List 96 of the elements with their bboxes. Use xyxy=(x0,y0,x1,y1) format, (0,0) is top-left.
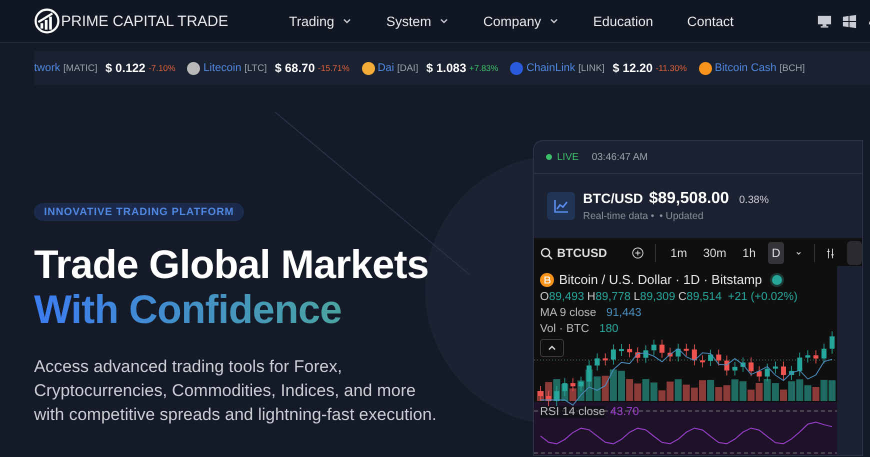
candle xyxy=(594,352,600,371)
candle xyxy=(822,343,826,364)
status-dot-icon xyxy=(772,274,782,284)
price-change: +7.83% xyxy=(469,63,498,73)
coin-price: $ 68.70 xyxy=(274,61,315,75)
description: Access advanced trading tools for Forex, Cryptocurrencies, Commodities, Indices, and more with competitive spreads and lightning-fast execution. xyxy=(34,356,438,426)
candle xyxy=(562,378,568,397)
live-dot-icon xyxy=(546,154,552,160)
time-label: 03:46:47 AM xyxy=(592,152,648,162)
volume-value: 180 xyxy=(599,323,618,335)
candle xyxy=(716,349,722,366)
coin-price: $ 1.083 xyxy=(426,61,466,75)
coin-name[interactable]: Litecoin xyxy=(203,62,242,74)
chevron-down-icon xyxy=(439,16,450,26)
rsi-label: RSI 14 close xyxy=(540,406,606,418)
nav-link[interactable]: Company xyxy=(483,14,560,28)
interval-tab[interactable]: D xyxy=(768,242,784,264)
candle xyxy=(756,366,762,382)
candle xyxy=(764,363,770,382)
candle xyxy=(684,343,689,356)
headline: Trade Global Markets xyxy=(34,243,429,288)
update-note: • Updated xyxy=(659,211,704,222)
price-change: -7.10% xyxy=(148,63,176,73)
candle xyxy=(554,386,560,406)
candle xyxy=(813,350,818,364)
coin-symbol: [LINK] xyxy=(578,62,605,74)
ma-value: 91,443 xyxy=(606,307,642,319)
candle xyxy=(546,390,552,406)
candle xyxy=(538,386,543,402)
candle xyxy=(748,357,754,377)
interval-tab[interactable]: 30m xyxy=(699,242,730,264)
coin-symbol: [MATIC] xyxy=(63,62,98,74)
coin-price: $ 12.20 xyxy=(612,61,653,75)
desktop-icon[interactable] xyxy=(817,14,832,28)
coin-name[interactable]: ChainLink xyxy=(526,62,576,74)
price-change: -15.71% xyxy=(318,63,350,73)
chart-title: Bitcoin / U.S. Dollar · 1D · Bitstamp xyxy=(559,272,762,287)
symbol-search[interactable]: BTCUSD xyxy=(540,246,607,260)
coin-price: $ 0.122 xyxy=(105,61,146,75)
candle xyxy=(732,362,738,376)
candle xyxy=(627,344,632,358)
candle xyxy=(651,339,656,356)
candle xyxy=(740,357,746,372)
nav-link[interactable]: Trading xyxy=(289,14,352,28)
data-note: Real-time data • xyxy=(583,211,654,222)
coin-name[interactable]: twork xyxy=(34,62,60,74)
nav-link[interactable]: Education xyxy=(593,14,654,28)
candle xyxy=(676,343,681,362)
candle xyxy=(708,349,714,366)
candle xyxy=(772,361,778,374)
candle xyxy=(570,378,576,392)
candle xyxy=(700,354,705,368)
logo-text[interactable]: PRIME CAPITAL TRADE xyxy=(61,12,228,30)
tagline-badge: INNOVATIVE TRADING PLATFORM xyxy=(34,203,244,221)
candle xyxy=(805,350,810,363)
candle xyxy=(610,344,616,365)
candle xyxy=(660,339,664,358)
candle xyxy=(692,344,697,366)
interval-tab[interactable]: 1h xyxy=(738,242,760,264)
nav-link[interactable]: Contact xyxy=(687,14,734,28)
indicator-icon[interactable] xyxy=(825,246,836,260)
windows-icon[interactable] xyxy=(842,14,857,28)
nav-link[interactable]: System xyxy=(386,14,450,28)
coin-name[interactable]: Bitcoin Cash xyxy=(714,62,777,74)
rsi-value: 43.70 xyxy=(610,406,639,418)
coin-symbol: [DAI] xyxy=(397,62,418,74)
candle xyxy=(602,352,608,366)
live-status: LIVE xyxy=(557,152,579,162)
coin-name[interactable]: Dai xyxy=(378,62,394,74)
candle xyxy=(586,360,592,388)
coin-symbol: [LTC] xyxy=(244,62,267,74)
candle xyxy=(578,376,584,392)
coin-symbol: [BCH] xyxy=(780,62,805,74)
candle xyxy=(643,344,648,364)
bitcoin-icon xyxy=(540,272,554,286)
candle xyxy=(619,344,624,356)
price-change: -11.30% xyxy=(656,63,687,73)
search-icon xyxy=(540,246,553,260)
pair-label: BTC/USD xyxy=(583,191,643,206)
collapse-button[interactable] xyxy=(540,339,564,357)
candle xyxy=(781,361,786,380)
add-icon[interactable] xyxy=(632,245,644,261)
chevron-down-icon xyxy=(342,16,352,26)
chevron-down-icon xyxy=(549,16,560,26)
logo-icon[interactable] xyxy=(34,8,60,34)
candle xyxy=(797,352,802,376)
price-value: $89,508.00 xyxy=(649,190,730,208)
change-value: 0.38% xyxy=(739,194,769,206)
candle xyxy=(635,346,640,364)
volume-label: Vol · BTC xyxy=(540,323,590,335)
candle xyxy=(830,330,835,354)
ma-label: MA 9 close xyxy=(540,307,596,319)
interval-tab[interactable]: 1m xyxy=(666,242,692,264)
candle xyxy=(668,347,673,362)
candle xyxy=(789,366,794,380)
candle xyxy=(724,355,730,376)
